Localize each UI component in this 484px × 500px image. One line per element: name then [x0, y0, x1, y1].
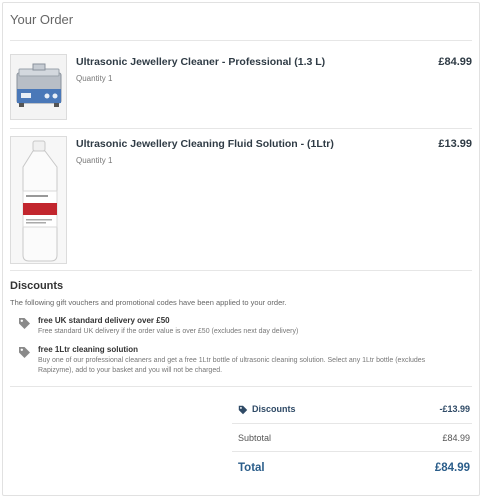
discounts-intro: The following gift vouchers and promotio… — [10, 298, 287, 307]
discount-description: Buy one of our professional cleaners and… — [38, 357, 426, 374]
summary-total-label: Total — [238, 462, 265, 474]
order-item: Ultrasonic Jewellery Cleaning Fluid Solu… — [10, 136, 472, 264]
summary-subtotal-value: £84.99 — [442, 433, 470, 443]
ultrasonic-cleaner-image[interactable] — [10, 54, 67, 120]
summary-total-value: £84.99 — [434, 462, 470, 474]
summary-discounts-row: Discounts -£13.99 — [238, 404, 470, 418]
tag-icon — [18, 317, 31, 330]
discounts-heading: Discounts — [10, 280, 64, 292]
divider — [232, 423, 472, 424]
item-name[interactable]: Ultrasonic Jewellery Cleaning Fluid Solu… — [76, 138, 334, 150]
divider — [10, 270, 472, 271]
tag-icon — [238, 405, 250, 417]
item-price: £84.99 — [438, 56, 472, 68]
discount-name: free 1Ltr cleaning solution — [38, 345, 139, 354]
summary-subtotal-row: Subtotal £84.99 — [238, 433, 470, 447]
cleaning-fluid-bottle-image[interactable] — [10, 136, 67, 264]
divider — [10, 128, 472, 129]
summary-discounts-label: Discounts — [252, 404, 296, 414]
item-quantity: Quantity 1 — [76, 74, 113, 83]
summary-discounts-value: -£13.99 — [439, 404, 470, 414]
divider — [10, 40, 472, 41]
tag-icon — [18, 346, 31, 359]
divider — [232, 451, 472, 452]
discount-name: free UK standard delivery over £50 — [38, 316, 170, 325]
item-quantity: Quantity 1 — [76, 156, 113, 165]
order-item: Ultrasonic Jewellery Cleaner - Professio… — [10, 54, 472, 120]
item-price: £13.99 — [438, 138, 472, 150]
divider — [10, 386, 472, 387]
page-title: Your Order — [10, 12, 74, 27]
item-name[interactable]: Ultrasonic Jewellery Cleaner - Professio… — [76, 56, 325, 68]
discount-description: Free standard UK delivery if the order v… — [38, 328, 299, 335]
summary-subtotal-label: Subtotal — [238, 433, 272, 443]
discount-item: free UK standard delivery over £50 Free … — [18, 316, 464, 340]
discount-item: free 1Ltr cleaning solution Buy one of o… — [18, 345, 464, 377]
summary-total-row: Total £84.99 — [238, 462, 470, 480]
